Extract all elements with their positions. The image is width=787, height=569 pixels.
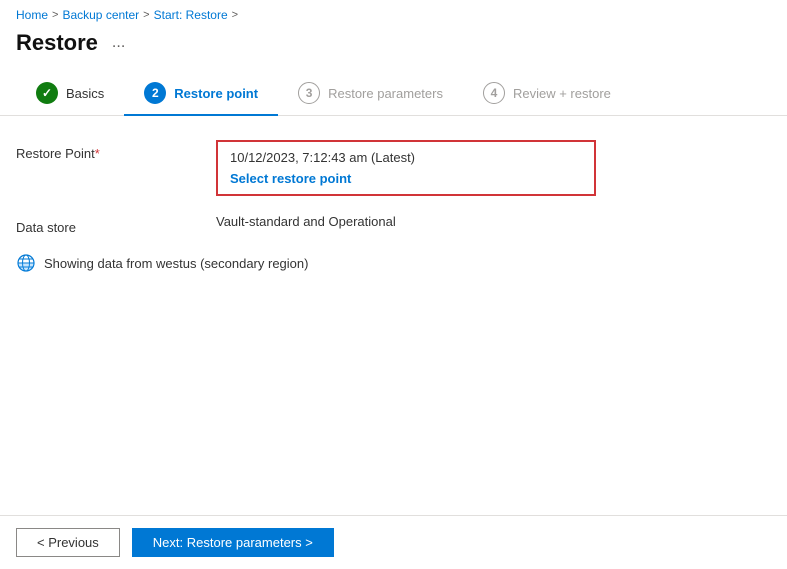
info-text: Showing data from westus (secondary regi…	[44, 256, 308, 271]
restore-point-datetime: 10/12/2023, 7:12:43 am (Latest)	[230, 150, 582, 165]
breadcrumb-sep3: >	[232, 9, 238, 21]
data-store-row: Data store Vault-standard and Operationa…	[16, 214, 771, 235]
tabs-row: ✓ Basics 2 Restore point 3 Restore param…	[0, 72, 787, 116]
tab-restore-parameters-circle: 3	[298, 82, 320, 104]
next-button[interactable]: Next: Restore parameters >	[132, 528, 334, 557]
previous-button[interactable]: < Previous	[16, 528, 120, 557]
tab-basics-circle: ✓	[36, 82, 58, 104]
breadcrumb: Home > Backup center > Start: Restore >	[0, 0, 787, 26]
page-title: Restore	[16, 30, 98, 56]
tab-basics-label: Basics	[66, 86, 104, 101]
select-restore-point-link[interactable]: Select restore point	[230, 171, 351, 186]
tab-basics[interactable]: ✓ Basics	[16, 72, 124, 116]
main-content: Restore Point* 10/12/2023, 7:12:43 am (L…	[0, 116, 787, 515]
page-title-row: Restore ...	[0, 26, 787, 72]
globe-icon	[16, 253, 36, 273]
tab-review-restore-circle: 4	[483, 82, 505, 104]
data-store-value: Vault-standard and Operational	[216, 214, 771, 229]
tab-restore-parameters[interactable]: 3 Restore parameters	[278, 72, 463, 116]
restore-point-label: Restore Point*	[16, 140, 216, 161]
footer: < Previous Next: Restore parameters >	[0, 515, 787, 569]
restore-point-row: Restore Point* 10/12/2023, 7:12:43 am (L…	[16, 140, 771, 196]
restore-point-box: 10/12/2023, 7:12:43 am (Latest) Select r…	[216, 140, 596, 196]
restore-point-required: *	[95, 146, 100, 161]
tab-review-restore-label: Review + restore	[513, 86, 611, 101]
breadcrumb-home[interactable]: Home	[16, 8, 48, 22]
tab-restore-parameters-label: Restore parameters	[328, 86, 443, 101]
ellipsis-button[interactable]: ...	[106, 32, 131, 54]
restore-point-value-area: 10/12/2023, 7:12:43 am (Latest) Select r…	[216, 140, 771, 196]
breadcrumb-sep2: >	[143, 9, 149, 21]
tab-review-restore[interactable]: 4 Review + restore	[463, 72, 631, 116]
breadcrumb-start-restore[interactable]: Start: Restore	[154, 8, 228, 22]
tab-restore-point[interactable]: 2 Restore point	[124, 72, 278, 116]
tab-restore-point-circle: 2	[144, 82, 166, 104]
tab-restore-point-label: Restore point	[174, 86, 258, 101]
breadcrumb-backup-center[interactable]: Backup center	[62, 8, 139, 22]
breadcrumb-sep1: >	[52, 9, 58, 21]
data-store-label: Data store	[16, 214, 216, 235]
info-row: Showing data from westus (secondary regi…	[16, 253, 771, 273]
